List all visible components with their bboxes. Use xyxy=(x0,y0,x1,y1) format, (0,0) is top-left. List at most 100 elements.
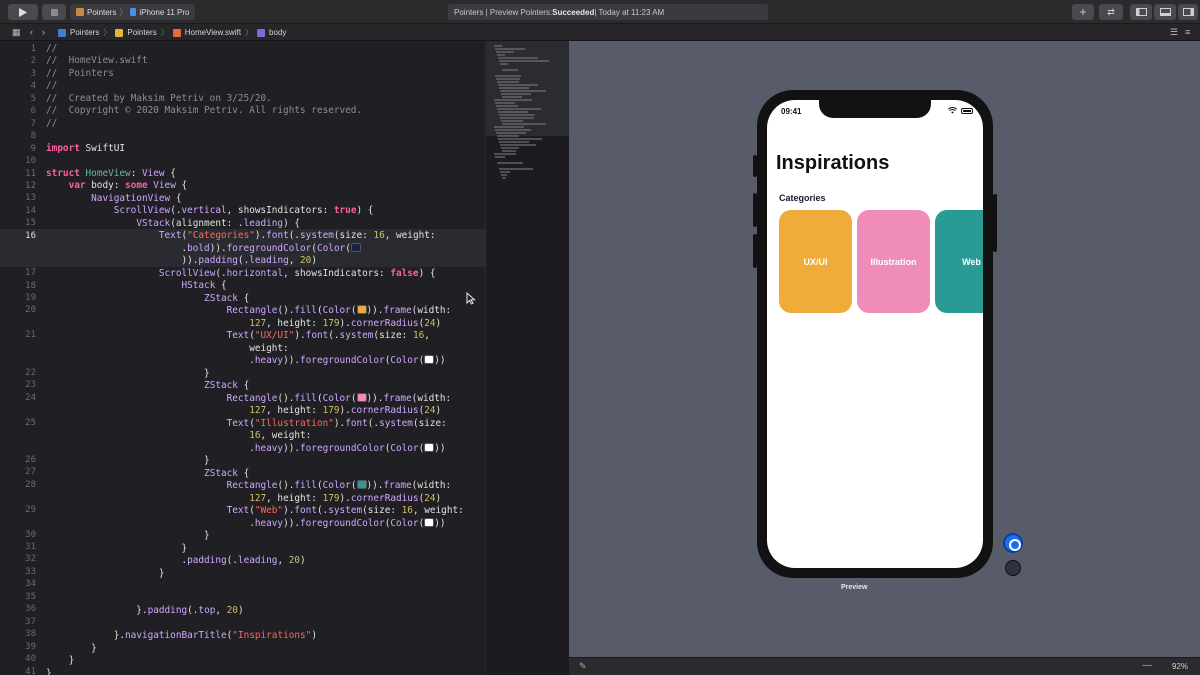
category-carousel[interactable]: UX/UI Illustration Web xyxy=(779,210,983,314)
swift-file-icon xyxy=(172,28,181,37)
minimap[interactable] xyxy=(485,41,570,675)
line-number: 15 xyxy=(25,218,36,229)
code-line: } xyxy=(46,455,210,466)
adjust-editor-icon[interactable]: ≡ xyxy=(1185,27,1190,37)
color-swatch-icon[interactable] xyxy=(350,243,361,252)
category-card-web[interactable]: Web xyxy=(935,210,983,313)
device-name: iPhone 11 Pro xyxy=(139,7,190,17)
line-number: 18 xyxy=(25,280,36,291)
minimap-line xyxy=(500,144,536,146)
line-number: 29 xyxy=(25,504,36,515)
property-icon xyxy=(257,28,266,37)
code-line: .heavy)).foregroundColor(Color()) xyxy=(46,443,446,454)
breadcrumb-symbol[interactable]: body xyxy=(269,28,286,37)
code-line: ZStack { xyxy=(204,380,250,391)
back-arrow-icon[interactable]: ‹ xyxy=(30,27,33,37)
minimap-line xyxy=(500,117,534,119)
code-line: struct HomeView: View { xyxy=(46,168,176,179)
toggle-navigator-button[interactable] xyxy=(1130,4,1152,20)
color-swatch-icon[interactable] xyxy=(424,518,435,527)
preview-canvas[interactable]: 09:41 Inspirations Categories UX/UI Illu… xyxy=(569,41,1200,657)
breadcrumb-file[interactable]: HomeView.swift xyxy=(185,28,241,37)
code-line: // HomeView.swift xyxy=(46,55,148,66)
minimap-line xyxy=(501,174,507,176)
minimap-line xyxy=(497,54,505,56)
code-review-button[interactable]: ⇄ xyxy=(1099,4,1123,20)
live-preview-button[interactable] xyxy=(1003,533,1023,553)
line-number-gutter: 1 2 3 4 5 6 7 8 9 10 11 12 13 14 15 16 17 18 19 20 21 22 23 24 2… xyxy=(0,41,40,675)
breadcrumb-project[interactable]: Pointers xyxy=(70,28,99,37)
minimap-line xyxy=(495,75,521,77)
minimap-line xyxy=(496,105,518,107)
toggle-debug-button[interactable] xyxy=(1154,4,1176,20)
category-card-illustration[interactable]: Illustration xyxy=(857,210,930,313)
breadcrumb: Pointers 〉 Pointers 〉 HomeView.swift 〉 b… xyxy=(58,27,286,38)
color-swatch-icon[interactable] xyxy=(356,305,367,314)
code-line: HStack { xyxy=(181,280,227,291)
code-line: Text("Web").font(.system(size: 16, weigh… xyxy=(226,505,464,516)
code-line: weight: xyxy=(46,343,289,354)
battery-icon xyxy=(961,107,973,114)
code-line: // xyxy=(46,118,58,129)
code-line: } xyxy=(46,568,165,579)
line-number: 12 xyxy=(25,180,36,191)
color-swatch-icon[interactable] xyxy=(356,393,367,402)
minimap-line xyxy=(502,69,518,71)
code-line: }.navigationBarTitle("Inspirations") xyxy=(46,630,317,641)
line-number: 19 xyxy=(25,293,36,303)
minimap-line xyxy=(502,150,516,152)
run-button[interactable] xyxy=(8,4,38,20)
minimap-line xyxy=(499,168,533,170)
line-number: 21 xyxy=(25,330,36,341)
library-button[interactable]: + xyxy=(1072,4,1094,20)
chevron-right-icon: 〉 xyxy=(160,28,169,37)
related-items-icon[interactable]: ☰ xyxy=(1170,27,1178,38)
play-icon xyxy=(19,7,27,17)
code-line: ZStack { xyxy=(204,293,250,304)
status-bar-time: 09:41 xyxy=(781,107,802,116)
category-card-ux-ui[interactable]: UX/UI xyxy=(779,210,852,313)
code-line: } xyxy=(46,530,210,541)
scheme-selector[interactable]: Pointers 〉 iPhone 11 Pro xyxy=(70,4,196,20)
inspect-preview-button[interactable] xyxy=(1005,560,1021,576)
line-number: 33 xyxy=(25,566,36,577)
code-line: // xyxy=(46,80,58,91)
code-line: )).padding(.leading, 20) xyxy=(46,255,317,266)
minimap-line xyxy=(500,90,546,92)
color-swatch-icon[interactable] xyxy=(424,443,435,452)
code-line: 127, height: 179).cornerRadius(24) xyxy=(249,405,442,416)
minimap-line xyxy=(495,129,531,131)
zoom-out-icon[interactable]: — xyxy=(1142,660,1152,671)
plus-icon: + xyxy=(1079,5,1087,19)
code-line: VStack(alignment: .leading) { xyxy=(136,218,301,229)
code-line: .heavy)).foregroundColor(Color()) xyxy=(46,518,446,529)
app-icon xyxy=(76,8,84,16)
color-swatch-icon[interactable] xyxy=(424,355,435,364)
grid-icon[interactable]: ▦ xyxy=(12,27,21,38)
color-swatch-icon[interactable] xyxy=(356,480,367,489)
xcode-window: Pointers 〉 iPhone 11 Pro Pointers | Prev… xyxy=(0,0,1200,675)
code-line: NavigationView { xyxy=(91,193,182,204)
line-number: 36 xyxy=(25,604,36,615)
line-number: 6 xyxy=(30,106,36,117)
source-editor[interactable]: 1 2 3 4 5 6 7 8 9 10 11 12 13 14 15 16 17 18 19 20 21 22 23 24 2… xyxy=(0,41,485,675)
code-text[interactable]: // // HomeView.swift // Pointers // // C… xyxy=(46,41,485,675)
panel-bottom-icon xyxy=(1159,8,1171,16)
pin-icon[interactable]: ✎ xyxy=(579,661,587,672)
stop-button[interactable] xyxy=(42,4,66,20)
minimap-line xyxy=(495,156,505,158)
scheme-name: Pointers xyxy=(87,7,117,17)
phone-power-button xyxy=(993,194,997,252)
project-icon xyxy=(58,28,66,37)
minimap-line xyxy=(497,81,519,83)
zoom-level[interactable]: 92% xyxy=(1172,662,1188,671)
minimap-line xyxy=(498,57,538,59)
breadcrumb-folder[interactable]: Pointers xyxy=(127,28,156,37)
minimap-line xyxy=(502,123,546,125)
forward-arrow-icon[interactable]: › xyxy=(42,27,45,37)
line-number: 40 xyxy=(25,654,36,665)
status-time: | Today at 11:23 AM xyxy=(594,7,665,17)
minimap-line xyxy=(500,63,508,65)
phone-screen[interactable]: 09:41 Inspirations Categories UX/UI Illu… xyxy=(767,100,983,568)
toggle-inspector-button[interactable] xyxy=(1178,4,1198,20)
